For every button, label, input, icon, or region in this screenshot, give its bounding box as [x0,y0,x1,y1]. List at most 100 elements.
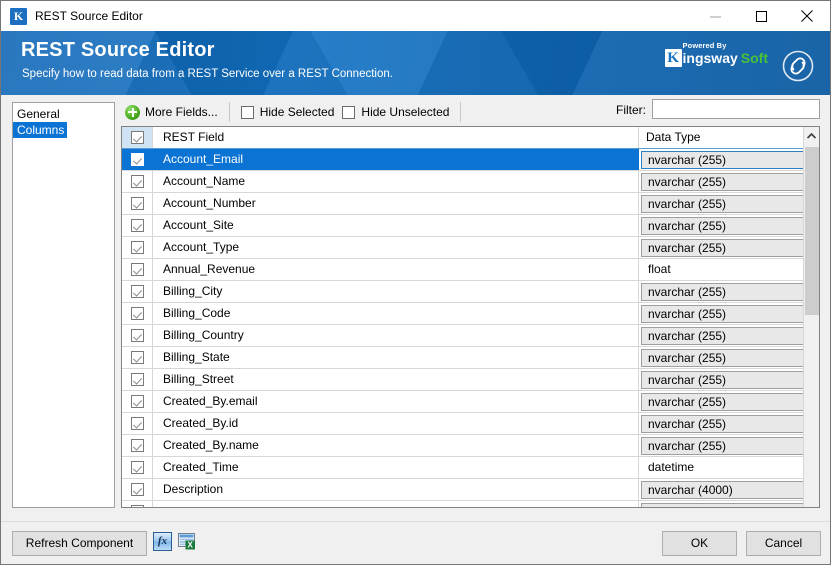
data-type-cell[interactable]: nvarchar (255) [639,435,819,456]
data-type-cell[interactable]: nvarchar (255) [639,237,819,258]
data-type-value[interactable]: nvarchar (4000) [641,480,817,499]
rest-field-cell[interactable]: Description [153,479,639,500]
data-type-cell[interactable]: nvarchar (255) [639,215,819,236]
column-header-data-type[interactable]: Data Type [639,127,819,148]
data-type-value[interactable]: nvarchar (255) [641,304,817,323]
grid-vertical-scrollbar[interactable] [803,127,819,507]
table-row[interactable]: Billing_Street nvarchar (255) [122,369,819,391]
scrollbar-thumb[interactable] [805,147,819,315]
table-row[interactable]: Account_Site nvarchar (255) [122,215,819,237]
row-select-checkbox[interactable] [122,501,153,507]
data-type-cell[interactable]: nvarchar (255) [639,325,819,346]
data-type-cell[interactable]: nvarchar (4000) [639,479,819,500]
data-type-cell[interactable]: nvarchar (255) [639,391,819,412]
table-row[interactable]: Account_Type nvarchar (255) [122,237,819,259]
data-type-cell[interactable]: nvarchar (255) [639,303,819,324]
scroll-up-button[interactable] [804,127,819,145]
table-row[interactable]: Account_Number nvarchar (255) [122,193,819,215]
minimize-button[interactable] [692,1,738,31]
close-button[interactable] [784,1,830,31]
rest-field-cell[interactable]: Billing_Code [153,303,639,324]
data-type-value[interactable]: nvarchar (255) [641,172,817,191]
data-type-value[interactable]: nvarchar (255) [641,216,817,235]
table-row[interactable]: Billing_Code nvarchar (255) [122,303,819,325]
data-type-cell[interactable]: float [639,259,819,280]
table-row[interactable]: Billing_State nvarchar (255) [122,347,819,369]
rest-field-cell[interactable]: Billing_Country [153,325,639,346]
data-type-cell[interactable]: nvarchar (255) [639,193,819,214]
data-type-cell[interactable] [639,501,819,507]
row-select-checkbox[interactable] [122,369,153,390]
row-select-checkbox[interactable] [122,457,153,478]
data-type-cell[interactable]: nvarchar (255) [639,347,819,368]
rest-field-cell[interactable]: Annual_Revenue [153,259,639,280]
table-row[interactable]: Created_By.id nvarchar (255) [122,413,819,435]
rest-field-cell[interactable]: Created_By.email [153,391,639,412]
hide-selected-checkbox[interactable]: Hide Selected [237,101,339,123]
table-row[interactable] [122,501,819,507]
data-type-value[interactable]: nvarchar (255) [641,436,817,455]
data-type-value[interactable]: nvarchar (255) [641,392,817,411]
maximize-button[interactable] [738,1,784,31]
row-select-checkbox[interactable] [122,413,153,434]
sidebar-item-general[interactable]: General [13,106,114,122]
fx-expression-icon[interactable]: fx [153,532,172,551]
table-row[interactable]: Annual_Revenue float [122,259,819,281]
more-fields-button[interactable]: More Fields... [121,101,222,123]
table-row[interactable]: Billing_City nvarchar (255) [122,281,819,303]
row-select-checkbox[interactable] [122,149,153,170]
row-select-checkbox[interactable] [122,303,153,324]
refresh-component-button[interactable]: Refresh Component [12,531,147,556]
data-type-value[interactable]: nvarchar (255) [641,414,817,433]
table-row[interactable]: Created_By.name nvarchar (255) [122,435,819,457]
data-type-value[interactable]: nvarchar (255) [641,326,817,345]
row-select-checkbox[interactable] [122,237,153,258]
data-type-value[interactable]: nvarchar (255) [641,194,817,213]
table-row[interactable]: Created_Time datetime [122,457,819,479]
data-type-cell[interactable]: datetime [639,457,819,478]
sidebar-item-columns[interactable]: Columns [13,122,68,138]
rest-field-cell[interactable] [153,501,639,507]
data-type-cell[interactable]: nvarchar (255) [639,369,819,390]
table-row[interactable]: Account_Email nvarchar (255) [122,149,819,171]
data-type-cell[interactable]: nvarchar (255) [639,171,819,192]
data-type-value[interactable] [641,502,817,507]
rest-field-cell[interactable]: Billing_State [153,347,639,368]
row-select-checkbox[interactable] [122,325,153,346]
excel-export-icon[interactable]: X [177,531,197,551]
data-type-cell[interactable]: nvarchar (255) [639,281,819,302]
rest-field-cell[interactable]: Created_Time [153,457,639,478]
row-select-checkbox[interactable] [122,435,153,456]
row-select-checkbox[interactable] [122,193,153,214]
rest-field-cell[interactable]: Billing_Street [153,369,639,390]
row-select-checkbox[interactable] [122,391,153,412]
table-row[interactable]: Description nvarchar (4000) [122,479,819,501]
rest-field-cell[interactable]: Account_Name [153,171,639,192]
data-type-value[interactable]: nvarchar (255) [641,150,817,169]
rest-field-cell[interactable]: Billing_City [153,281,639,302]
data-type-cell[interactable]: nvarchar (255) [639,413,819,434]
row-select-checkbox[interactable] [122,215,153,236]
rest-field-cell[interactable]: Account_Site [153,215,639,236]
row-select-checkbox[interactable] [122,171,153,192]
table-row[interactable]: Created_By.email nvarchar (255) [122,391,819,413]
data-type-cell[interactable]: nvarchar (255) [639,149,819,170]
table-row[interactable]: Account_Name nvarchar (255) [122,171,819,193]
rest-field-cell[interactable]: Account_Email [153,149,639,170]
data-type-value[interactable]: nvarchar (255) [641,238,817,257]
column-header-rest-field[interactable]: REST Field [153,127,639,148]
row-select-checkbox[interactable] [122,281,153,302]
ok-button[interactable]: OK [662,531,737,556]
rest-field-cell[interactable]: Created_By.name [153,435,639,456]
data-type-value[interactable]: nvarchar (255) [641,348,817,367]
table-row[interactable]: Billing_Country nvarchar (255) [122,325,819,347]
row-select-checkbox[interactable] [122,479,153,500]
row-select-checkbox[interactable] [122,347,153,368]
cancel-button[interactable]: Cancel [746,531,821,556]
rest-field-cell[interactable]: Account_Type [153,237,639,258]
filter-input[interactable] [652,99,820,119]
rest-field-cell[interactable]: Created_By.id [153,413,639,434]
select-all-checkbox[interactable] [122,127,153,148]
data-type-value[interactable]: nvarchar (255) [641,282,817,301]
row-select-checkbox[interactable] [122,259,153,280]
